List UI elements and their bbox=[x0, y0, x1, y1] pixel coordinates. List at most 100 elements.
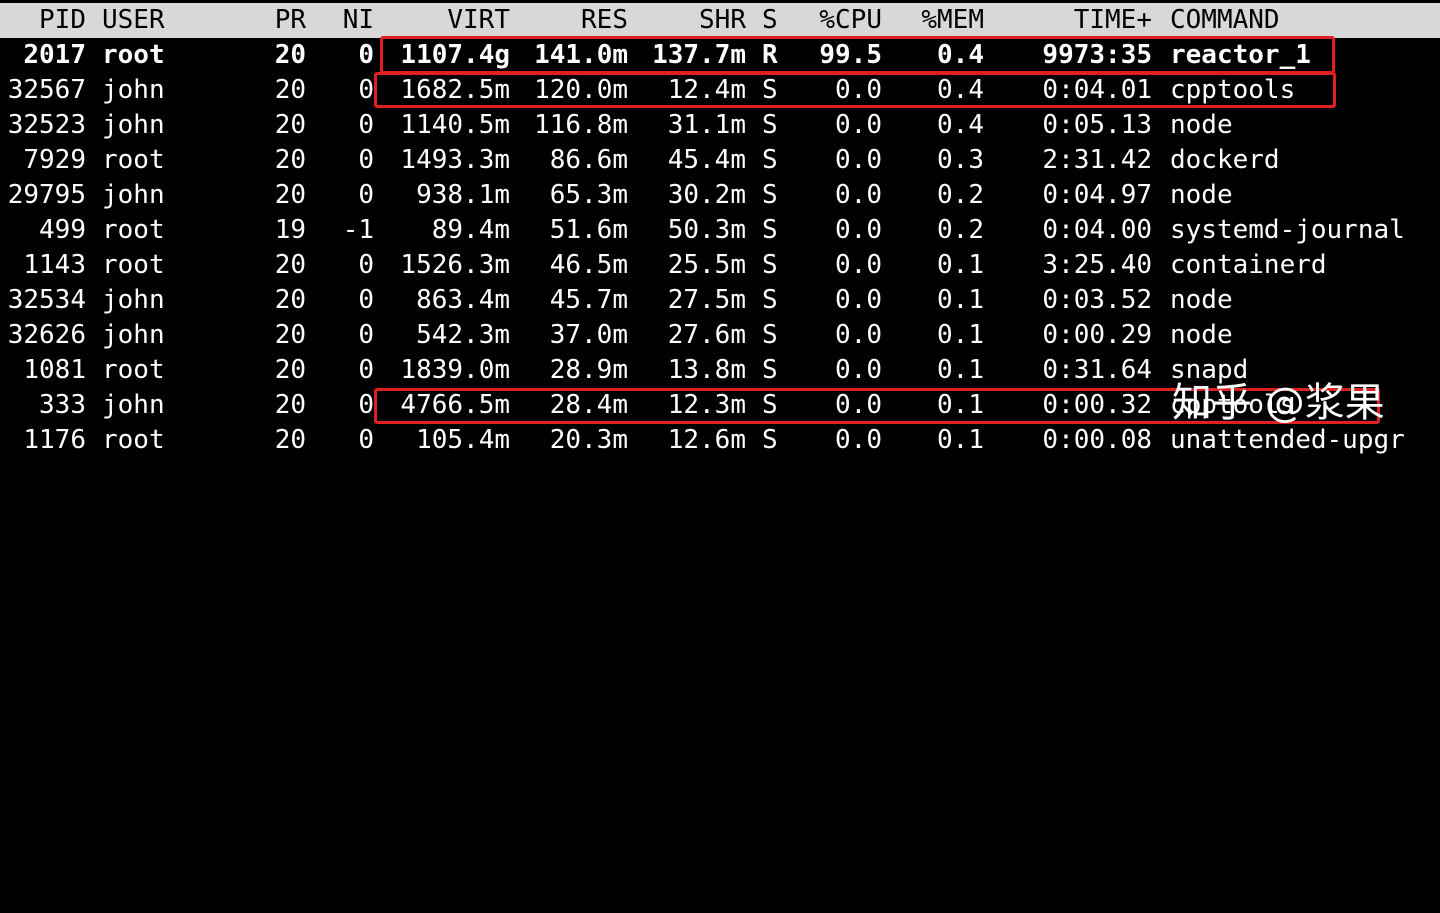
process-state: S bbox=[762, 250, 778, 280]
process-ni: 0 bbox=[358, 285, 374, 315]
process-row[interactable]: 499 root 19 -1 89.4m 51.6m 50.3m S 0.0 0… bbox=[0, 213, 1440, 248]
watermark-text: 知乎 @浆果 bbox=[1172, 380, 1385, 426]
process-virt: 1839.0m bbox=[400, 355, 510, 385]
process-cpu: 0.0 bbox=[835, 285, 882, 315]
process-cpu: 0.0 bbox=[835, 180, 882, 210]
process-row[interactable]: 29795 john 20 0 938.1m 65.3m 30.2m S 0.0… bbox=[0, 178, 1440, 213]
process-pr: 20 bbox=[274, 250, 306, 280]
process-pr: 20 bbox=[274, 320, 306, 350]
process-res: 86.6m bbox=[549, 145, 628, 175]
process-command: unattended-upgr bbox=[1170, 425, 1405, 455]
process-ni: 0 bbox=[358, 250, 374, 280]
process-pr: 20 bbox=[274, 355, 306, 385]
process-ni: 0 bbox=[358, 145, 374, 175]
process-row[interactable]: 32534 john 20 0 863.4m 45.7m 27.5m S 0.0… bbox=[0, 283, 1440, 318]
process-user: root bbox=[102, 40, 165, 70]
process-pid: 1176 bbox=[23, 425, 86, 455]
process-shr: 25.5m bbox=[667, 250, 746, 280]
process-mem: 0.4 bbox=[937, 110, 984, 140]
process-user: john bbox=[102, 285, 165, 315]
process-ni: -1 bbox=[342, 215, 374, 245]
process-user: john bbox=[102, 180, 165, 210]
process-time: 0:00.29 bbox=[1042, 320, 1152, 350]
process-pr: 19 bbox=[274, 215, 306, 245]
process-pid: 2017 bbox=[23, 40, 86, 70]
process-row[interactable]: 7929 root 20 0 1493.3m 86.6m 45.4m S 0.0… bbox=[0, 143, 1440, 178]
process-command: node bbox=[1170, 320, 1233, 350]
process-time: 0:31.64 bbox=[1042, 355, 1152, 385]
column-header-row: PID USER PR NI VIRT RES SHR S %CPU %MEM … bbox=[0, 3, 1440, 38]
process-pid: 1143 bbox=[23, 250, 86, 280]
process-user: john bbox=[102, 320, 165, 350]
process-pr: 20 bbox=[274, 145, 306, 175]
process-state: S bbox=[762, 285, 778, 315]
process-state: S bbox=[762, 110, 778, 140]
process-res: 28.9m bbox=[549, 355, 628, 385]
process-command: containerd bbox=[1170, 250, 1327, 280]
process-res: 65.3m bbox=[549, 180, 628, 210]
process-ni: 0 bbox=[358, 180, 374, 210]
process-pr: 20 bbox=[274, 40, 306, 70]
process-command: node bbox=[1170, 110, 1233, 140]
header-cpu[interactable]: %CPU bbox=[790, 3, 882, 38]
process-state: S bbox=[762, 320, 778, 350]
process-user: john bbox=[102, 75, 165, 105]
header-pid[interactable]: PID bbox=[0, 3, 86, 38]
process-time: 2:31.42 bbox=[1042, 145, 1152, 175]
process-user: root bbox=[102, 425, 165, 455]
process-row[interactable]: 32626 john 20 0 542.3m 37.0m 27.6m S 0.0… bbox=[0, 318, 1440, 353]
header-mem[interactable]: %MEM bbox=[890, 3, 984, 38]
process-row[interactable]: 1176 root 20 0 105.4m 20.3m 12.6m S 0.0 … bbox=[0, 423, 1440, 458]
header-shr[interactable]: SHR bbox=[632, 3, 746, 38]
header-res[interactable]: RES bbox=[514, 3, 628, 38]
header-user[interactable]: USER bbox=[102, 3, 252, 38]
process-shr: 27.6m bbox=[667, 320, 746, 350]
process-res: 46.5m bbox=[549, 250, 628, 280]
process-virt: 1140.5m bbox=[400, 110, 510, 140]
process-virt: 542.3m bbox=[416, 320, 510, 350]
header-time[interactable]: TIME+ bbox=[990, 3, 1152, 38]
process-res: 51.6m bbox=[549, 215, 628, 245]
process-cpu: 0.0 bbox=[835, 320, 882, 350]
process-user: john bbox=[102, 390, 165, 420]
process-shr: 31.1m bbox=[667, 110, 746, 140]
process-ni: 0 bbox=[358, 110, 374, 140]
process-time: 3:25.40 bbox=[1042, 250, 1152, 280]
process-virt: 938.1m bbox=[416, 180, 510, 210]
process-cpu: 0.0 bbox=[835, 425, 882, 455]
process-cpu: 0.0 bbox=[835, 250, 882, 280]
process-cpu: 0.0 bbox=[835, 110, 882, 140]
process-virt: 1526.3m bbox=[400, 250, 510, 280]
process-res: 116.8m bbox=[534, 110, 628, 140]
process-row[interactable]: 32523 john 20 0 1140.5m 116.8m 31.1m S 0… bbox=[0, 108, 1440, 143]
process-command: node bbox=[1170, 285, 1233, 315]
process-res: 37.0m bbox=[549, 320, 628, 350]
header-virt[interactable]: VIRT bbox=[378, 3, 510, 38]
process-time: 0:05.13 bbox=[1042, 110, 1152, 140]
process-state: S bbox=[762, 215, 778, 245]
process-pr: 20 bbox=[274, 425, 306, 455]
process-mem: 0.2 bbox=[937, 180, 984, 210]
process-pr: 20 bbox=[274, 285, 306, 315]
header-ni[interactable]: NI bbox=[320, 3, 374, 38]
process-mem: 0.1 bbox=[937, 285, 984, 315]
header-command[interactable]: COMMAND bbox=[1170, 3, 1440, 38]
header-pr[interactable]: PR bbox=[258, 3, 306, 38]
process-shr: 13.8m bbox=[667, 355, 746, 385]
process-mem: 0.2 bbox=[937, 215, 984, 245]
process-pid: 7929 bbox=[23, 145, 86, 175]
process-shr: 45.4m bbox=[667, 145, 746, 175]
header-state[interactable]: S bbox=[762, 3, 786, 38]
process-command: node bbox=[1170, 180, 1233, 210]
process-shr: 30.2m bbox=[667, 180, 746, 210]
process-state: S bbox=[762, 180, 778, 210]
process-time: 0:04.00 bbox=[1042, 215, 1152, 245]
process-mem: 0.1 bbox=[937, 355, 984, 385]
process-virt: 863.4m bbox=[416, 285, 510, 315]
process-cpu: 0.0 bbox=[835, 215, 882, 245]
process-pid: 32523 bbox=[7, 110, 86, 140]
process-ni: 0 bbox=[358, 40, 374, 70]
process-row[interactable]: 1143 root 20 0 1526.3m 46.5m 25.5m S 0.0… bbox=[0, 248, 1440, 283]
process-pid: 29795 bbox=[7, 180, 86, 210]
process-ni: 0 bbox=[358, 425, 374, 455]
